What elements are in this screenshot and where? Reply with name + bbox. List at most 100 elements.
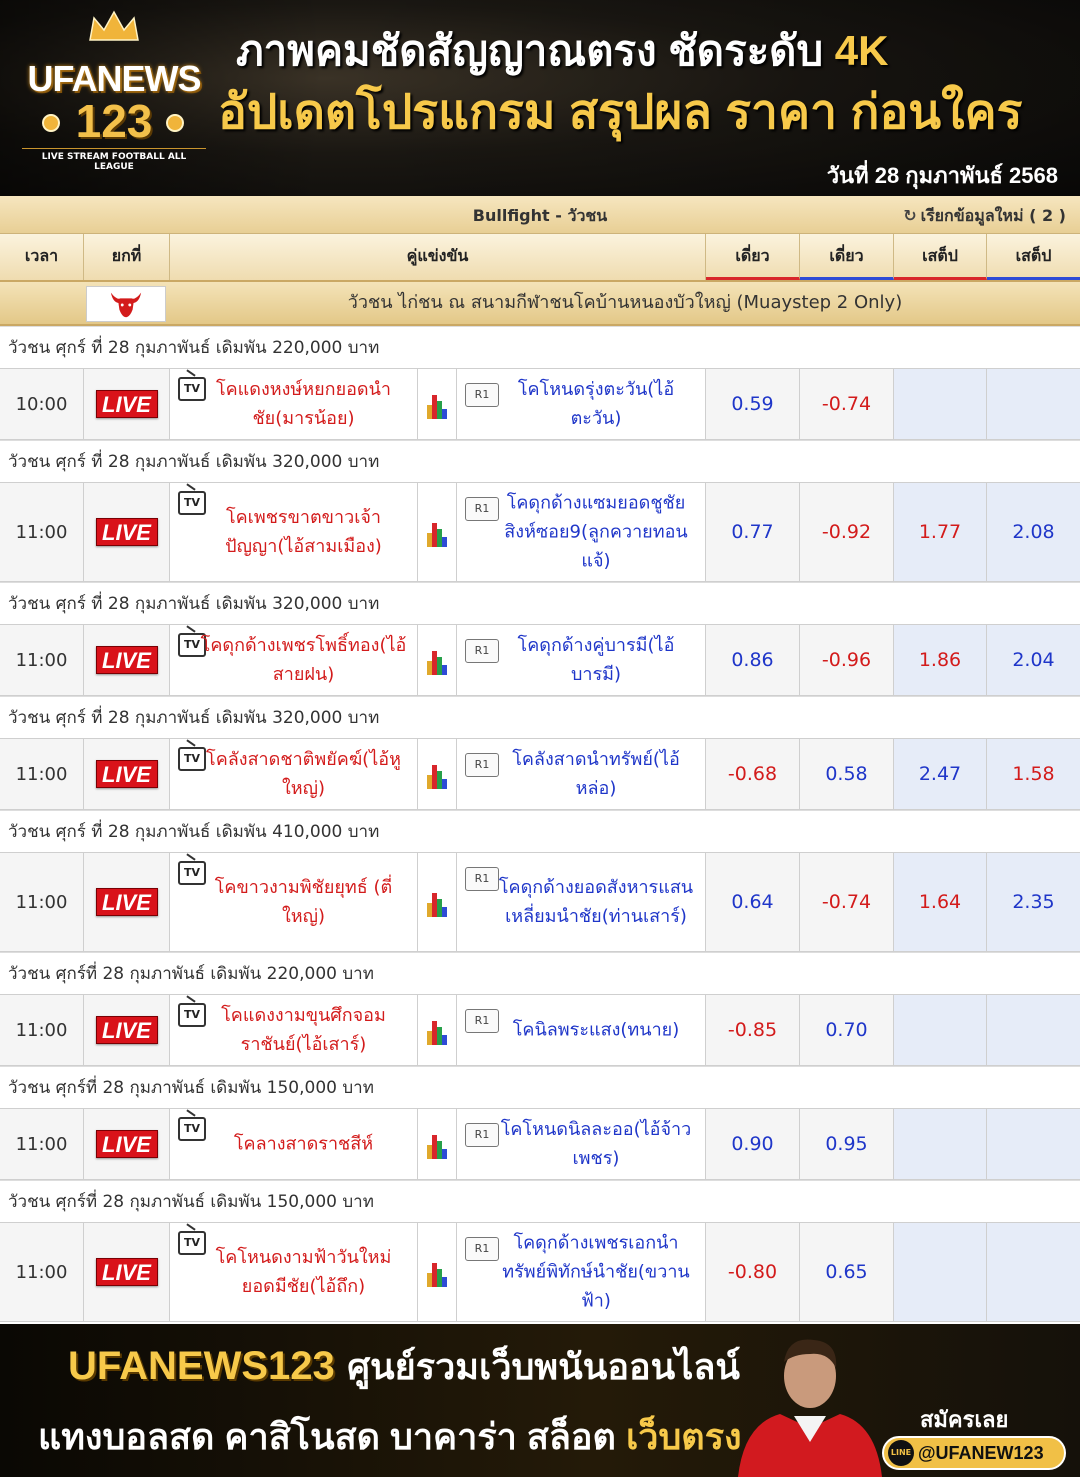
match-info: วัวชน ศุกร์ที่ 28 กุมภาพันธ์ เดิมพัน 220… [0,952,1080,994]
round-badge: R1 [465,383,499,407]
stats-cell[interactable] [418,853,457,951]
odd-single-2[interactable]: 0.70 [800,995,894,1065]
odd-single-2[interactable]: -0.74 [800,853,894,951]
away-team-cell[interactable]: R1 โคดุกด้างเพชรเอกนำทรัพย์พิทักษ์นำชัย(… [457,1223,706,1321]
live-button[interactable]: LIVE [95,390,158,418]
top-banner: UFANEWS 123 LIVE STREAM FOOTBALL ALL LEA… [0,0,1080,196]
away-team-cell[interactable]: R1 โคดุกด้างคู่บารมี(ไอ้บารมี) [457,625,706,695]
refresh-button[interactable]: ↻ เรียกข้อมูลใหม่ ( 2 ) [903,204,1066,229]
odd-single-1[interactable]: -0.80 [706,1223,800,1321]
match-row[interactable]: 11:00 LIVE TV โคลางสาดราชสีห์ R1 โคโหนดน… [0,1108,1080,1180]
home-team-cell[interactable]: TV โคแดงงามขุนศึกจอมราชันย์(ไอ้เสาร์) [170,995,418,1065]
live-button[interactable]: LIVE [95,518,158,546]
home-team-cell[interactable]: TV โคแดงหงษ์หยกยอดนำชัย(มารน้อย) [170,369,418,439]
match-row[interactable]: 11:00 LIVE TV โคดุกด้างเพชรโพธิ์ทอง(ไอ้ส… [0,624,1080,696]
match-info: วัวชน ศุกร์ ที่ 28 กุมภาพันธ์ เดิมพัน 32… [0,582,1080,624]
away-team-cell[interactable]: R1 โคลังสาดนำทรัพย์(ไอ้หล่อ) [457,739,706,809]
odd-single-2[interactable]: 0.65 [800,1223,894,1321]
line-icon: LINE [888,1440,914,1466]
live-button[interactable]: LIVE [95,646,158,674]
odd-step-2[interactable]: 2.35 [987,853,1080,951]
stats-cell[interactable] [418,1109,457,1179]
match-row[interactable]: 11:00 LIVE TV โคแดงงามขุนศึกจอมราชันย์(ไ… [0,994,1080,1066]
match-group: วัวชน ศุกร์ ที่ 28 กุมภาพันธ์ เดิมพัน 41… [0,810,1080,952]
match-info: วัวชน ศุกร์ที่ 28 กุมภาพันธ์ เดิมพัน 150… [0,1180,1080,1222]
away-team-cell[interactable]: R1 โคนิลพระแสง(ทนาย) [457,995,706,1065]
home-team-cell[interactable]: TV โคโหนดงามฟ้าวันใหม่ยอดมีชัย(ไอ้ถึก) [170,1223,418,1321]
stats-icon [427,1015,447,1045]
odd-single-1[interactable]: 0.86 [706,625,800,695]
match-time: 11:00 [0,995,84,1065]
away-team: โคลังสาดนำทรัพย์(ไอ้หล่อ) [512,749,680,799]
home-team: โคแดงหงษ์หยกยอดนำชัย(มารน้อย) [215,379,392,429]
live-button[interactable]: LIVE [95,888,158,916]
live-cell: LIVE [84,369,170,439]
odd-single-1[interactable]: 0.64 [706,853,800,951]
stats-cell[interactable] [418,483,457,581]
odd-single-1[interactable]: -0.85 [706,995,800,1065]
away-team-cell[interactable]: R1 โคโหนดนิลละออ(ไอ้จ้าวเพชร) [457,1109,706,1179]
home-team: โคลังสาดชาติพยัคฆ์(ไอ้หูใหญ่) [206,749,401,799]
odd-step-2[interactable] [987,1109,1080,1179]
odd-step-2[interactable] [987,1223,1080,1321]
odd-single-2[interactable]: -0.92 [800,483,894,581]
match-row[interactable]: 10:00 LIVE TV โคแดงหงษ์หยกยอดนำชัย(มารน้… [0,368,1080,440]
odd-step-1[interactable] [894,1109,987,1179]
home-team: โคเพชรขาตขาวเจ้าปัญญา(ไอ้สามเมือง) [225,507,382,557]
live-cell: LIVE [84,1109,170,1179]
odd-single-2[interactable]: -0.74 [800,369,894,439]
live-cell: LIVE [84,853,170,951]
odd-step-2[interactable]: 1.58 [987,739,1080,809]
odd-single-2[interactable]: 0.95 [800,1109,894,1179]
match-row[interactable]: 11:00 LIVE TV โคลังสาดชาติพยัคฆ์(ไอ้หูให… [0,738,1080,810]
away-team-cell[interactable]: R1 โคดุกด้างยอดสังหารแสนเหลี่ยมนำชัย(ท่า… [457,853,706,951]
odd-step-1[interactable]: 1.64 [894,853,987,951]
away-team-cell[interactable]: R1 โคโหนดรุ่งตะวัน(ไอ้ตะวัน) [457,369,706,439]
match-group: วัวชน ศุกร์ ที่ 28 กุมภาพันธ์ เดิมพัน 22… [0,326,1080,440]
odd-step-1[interactable] [894,995,987,1065]
col-match: คู่แข่งขัน [170,234,706,280]
stats-cell[interactable] [418,739,457,809]
odd-single-1[interactable]: 0.59 [706,369,800,439]
odd-step-2[interactable] [987,369,1080,439]
odd-single-2[interactable]: -0.96 [800,625,894,695]
col-round: ยกที่ [84,234,170,280]
match-row[interactable]: 11:00 LIVE TV โคขาวงามพิชัยยุทธ์ (ตี่ใหญ… [0,852,1080,952]
home-team-cell[interactable]: TV โคเพชรขาตขาวเจ้าปัญญา(ไอ้สามเมือง) [170,483,418,581]
live-button[interactable]: LIVE [95,1016,158,1044]
away-team: โคโหนดนิลละออ(ไอ้จ้าวเพชร) [500,1119,692,1169]
odd-single-1[interactable]: 0.90 [706,1109,800,1179]
odd-step-1[interactable] [894,369,987,439]
live-cell: LIVE [84,739,170,809]
match-row[interactable]: 11:00 LIVE TV โคเพชรขาตขาวเจ้าปัญญา(ไอ้ส… [0,482,1080,582]
odd-single-1[interactable]: -0.68 [706,739,800,809]
odd-step-1[interactable] [894,1223,987,1321]
home-team: โคดุกด้างเพชรโพธิ์ทอง(ไอ้สายฝน) [200,635,407,685]
line-contact-button[interactable]: LINE @UFANEW123 [882,1436,1066,1470]
home-team-cell[interactable]: TV โคขาวงามพิชัยยุทธ์ (ตี่ใหญ่) [170,853,418,951]
home-team-cell[interactable]: TV โคลังสาดชาติพยัคฆ์(ไอ้หูใหญ่) [170,739,418,809]
brand-logo[interactable]: UFANEWS 123 LIVE STREAM FOOTBALL ALL LEA… [14,8,214,188]
odd-step-1[interactable]: 2.47 [894,739,987,809]
live-button[interactable]: LIVE [95,1130,158,1158]
stats-cell[interactable] [418,369,457,439]
home-team-cell[interactable]: TV โคลางสาดราชสีห์ [170,1109,418,1179]
odd-single-1[interactable]: 0.77 [706,483,800,581]
match-time: 11:00 [0,853,84,951]
odd-step-1[interactable]: 1.86 [894,625,987,695]
odd-step-2[interactable]: 2.04 [987,625,1080,695]
home-team-cell[interactable]: TV โคดุกด้างเพชรโพธิ์ทอง(ไอ้สายฝน) [170,625,418,695]
stats-cell[interactable] [418,625,457,695]
stats-cell[interactable] [418,995,457,1065]
live-button[interactable]: LIVE [95,760,158,788]
match-row[interactable]: 11:00 LIVE TV โคโหนดงามฟ้าวันใหม่ยอดมีชั… [0,1222,1080,1322]
stats-cell[interactable] [418,1223,457,1321]
odd-step-2[interactable]: 2.08 [987,483,1080,581]
live-button[interactable]: LIVE [95,1258,158,1286]
odd-step-2[interactable] [987,995,1080,1065]
odd-step-1[interactable]: 1.77 [894,483,987,581]
live-cell: LIVE [84,625,170,695]
odd-single-2[interactable]: 0.58 [800,739,894,809]
footer-brand: UFANEWS123 [68,1344,335,1388]
away-team-cell[interactable]: R1 โคดุกด้างแซมยอดชูชัยสิงห์ซอย9(ลูกควาย… [457,483,706,581]
